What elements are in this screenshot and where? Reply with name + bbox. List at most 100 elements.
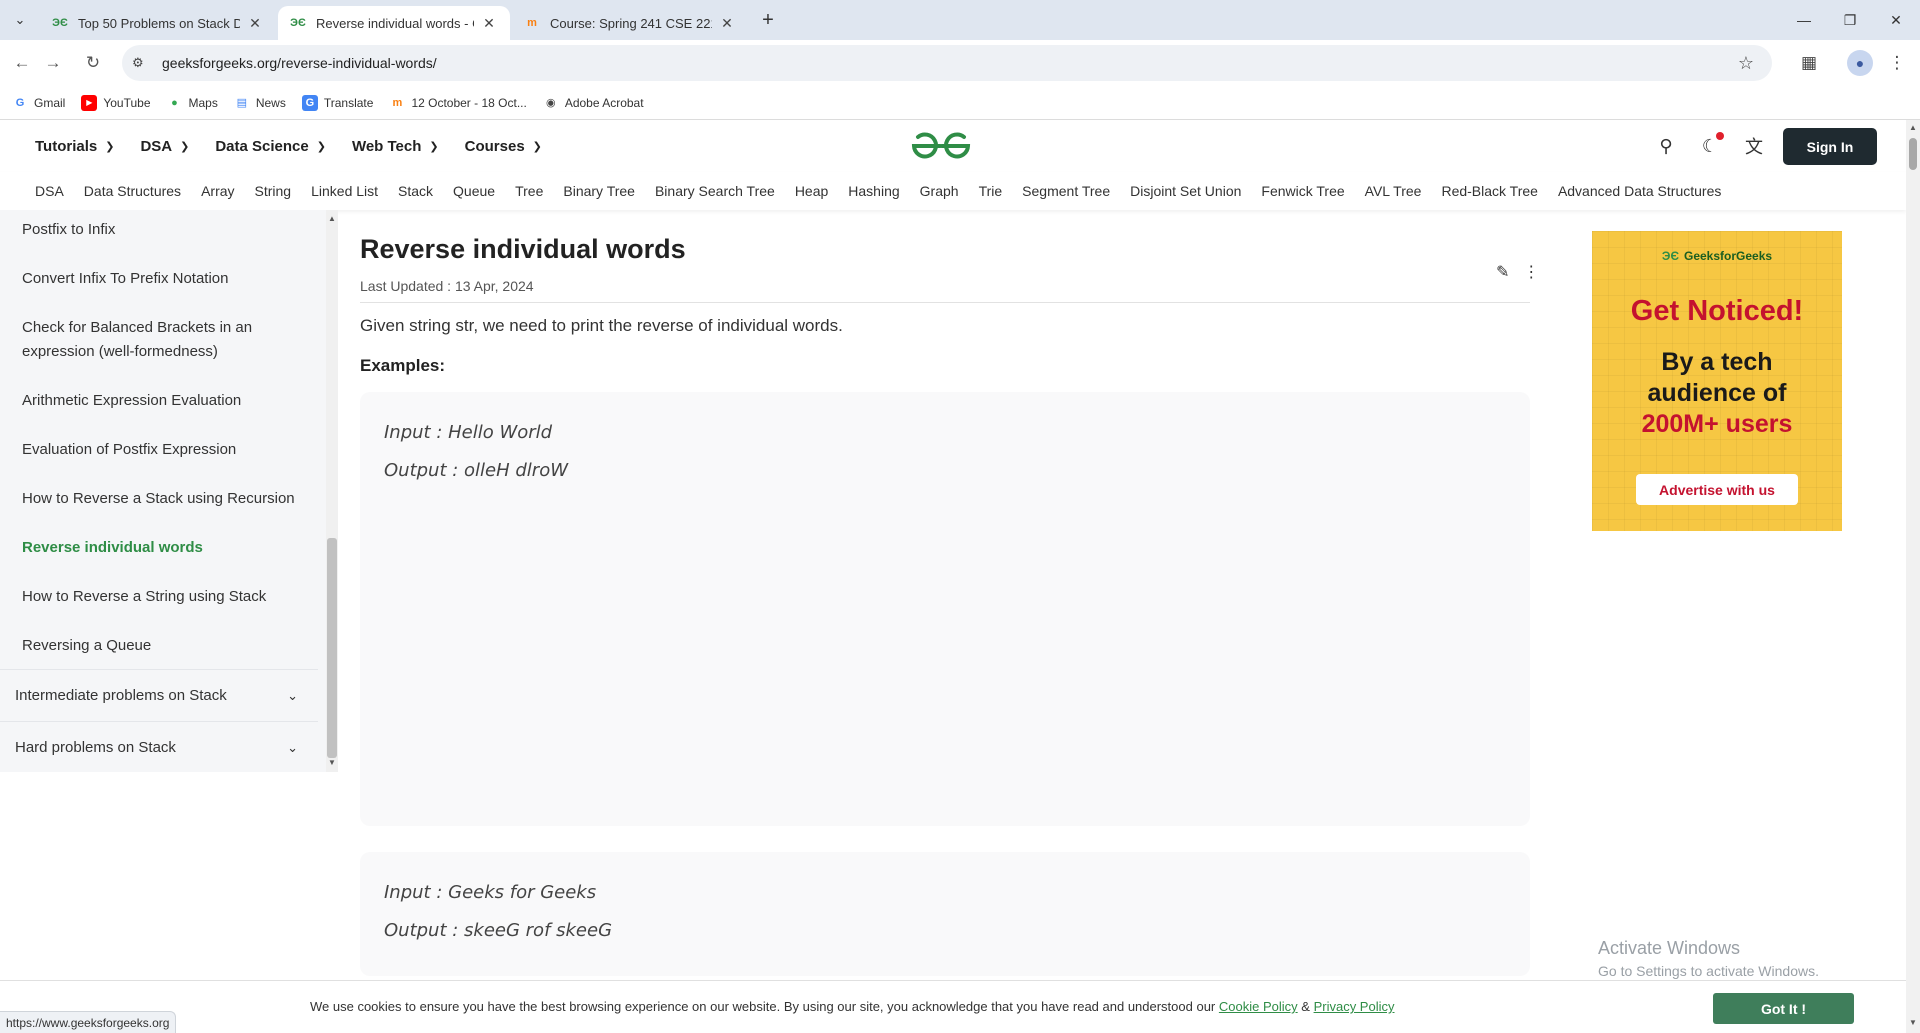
language-button[interactable]: 文 (1742, 134, 1766, 158)
close-icon[interactable]: ✕ (480, 14, 498, 32)
acrobat-icon: ◉ (546, 97, 556, 109)
ad-headline: Get Noticed! (1630, 295, 1804, 327)
topic-binary-search-tree[interactable]: Binary Search Tree (655, 183, 775, 199)
accept-cookies-button[interactable]: Got It ! (1713, 993, 1854, 1024)
bookmark-star-icon[interactable]: ☆ (1738, 53, 1754, 74)
bookmark-maps[interactable]: ● Maps (167, 95, 218, 111)
theme-toggle-button[interactable]: ☾ (1698, 132, 1724, 158)
topic-segment-tree[interactable]: Segment Tree (1022, 183, 1110, 199)
reload-button[interactable]: ↻ (80, 50, 106, 76)
topic-graph[interactable]: Graph (920, 183, 959, 199)
close-icon[interactable]: ✕ (718, 14, 736, 32)
arrow-right-icon: → (44, 53, 62, 72)
sidebar-group-intermediate[interactable]: Intermediate problems on Stack ⌄ (0, 669, 318, 721)
minimize-button[interactable]: — (1781, 0, 1827, 40)
sidebar-item-reverse-individual-words[interactable]: Reverse individual words (22, 536, 312, 560)
sidebar-item-balanced-brackets[interactable]: Check for Balanced Brackets in an expres… (22, 316, 312, 364)
tab-reverse-individual-words[interactable]: ЭЄ Reverse individual words - Gee ✕ (278, 6, 510, 40)
back-button[interactable]: ← (9, 50, 35, 76)
close-window-button[interactable]: ✕ (1873, 0, 1919, 40)
new-tab-button[interactable]: + (756, 8, 780, 32)
search-button[interactable]: ⚲ (1654, 134, 1678, 158)
topic-disjoint-set-union[interactable]: Disjoint Set Union (1130, 183, 1241, 199)
nav-data-science[interactable]: Data Science ❯ (215, 138, 326, 155)
examples-heading: Examples: (360, 356, 446, 375)
site-settings-icon[interactable]: ⚙ (132, 55, 162, 71)
page-scrollbar[interactable]: ▲ ▼ (1906, 120, 1920, 1033)
topic-fenwick-tree[interactable]: Fenwick Tree (1261, 183, 1344, 199)
sidebar-item-postfix-to-infix[interactable]: Postfix to Infix (22, 218, 312, 242)
moodle-icon: m (392, 96, 403, 109)
tab-course-spring[interactable]: m Course: Spring 241 CSE 2216 (L ✕ (512, 6, 748, 40)
topic-array[interactable]: Array (201, 183, 234, 199)
topic-heap[interactable]: Heap (795, 183, 828, 199)
advertisement[interactable]: ЭЄ GeeksforGeeks Get Noticed! By a tech a… (1592, 231, 1842, 531)
edit-pencil-icon[interactable]: ✎ (1496, 262, 1509, 282)
browser-toolbar: ← → ↻ ⚙ geeksforgeeks.org/reverse-indivi… (0, 40, 1920, 86)
bookmark-translate[interactable]: G Translate (301, 94, 374, 111)
url-text[interactable]: geeksforgeeks.org/reverse-individual-wor… (162, 55, 437, 71)
topic-string[interactable]: String (255, 183, 292, 199)
browser-menu-button[interactable]: ⋮ (1884, 50, 1910, 76)
topic-linked-list[interactable]: Linked List (311, 183, 378, 199)
article-tools: ✎ ⋮ (1482, 262, 1539, 282)
sidebar-item-reverse-string-stack[interactable]: How to Reverse a String using Stack (22, 585, 312, 609)
topic-hashing[interactable]: Hashing (848, 183, 899, 199)
sidebar-item-reversing-queue[interactable]: Reversing a Queue (22, 634, 312, 658)
nav-courses[interactable]: Courses ❯ (465, 138, 542, 155)
topic-tree[interactable]: Tree (515, 183, 543, 199)
sidebar-item-infix-to-prefix[interactable]: Convert Infix To Prefix Notation (22, 267, 312, 291)
more-vertical-icon[interactable]: ⋮ (1523, 262, 1539, 282)
ad-line-highlight: 200M+ users (1641, 410, 1793, 438)
bookmark-moodle[interactable]: m 12 October - 18 Oct... (389, 95, 527, 111)
tab-top-50-problems[interactable]: ЭЄ Top 50 Problems on Stack Data ✕ (40, 6, 276, 40)
scroll-up-icon[interactable]: ▲ (328, 214, 336, 223)
example-output: Output : olleH dlroW (384, 460, 569, 481)
restore-button[interactable]: ❐ (1827, 0, 1873, 40)
divider (360, 302, 1530, 303)
topic-trie[interactable]: Trie (979, 183, 1003, 199)
sidebar-scrollbar[interactable]: ▲ ▼ (326, 210, 338, 772)
nav-dsa[interactable]: DSA ❯ (140, 138, 189, 155)
privacy-policy-link[interactable]: Privacy Policy (1314, 999, 1395, 1014)
sidebar-scroll-thumb[interactable] (327, 538, 337, 758)
topic-dsa[interactable]: DSA (35, 183, 64, 199)
bookmark-youtube[interactable]: ▶ YouTube (81, 94, 151, 111)
topic-nav: DSA Data Structures Array String Linked … (0, 172, 1906, 210)
topic-stack[interactable]: Stack (398, 183, 433, 199)
sign-in-button[interactable]: Sign In (1783, 128, 1877, 165)
bookmark-news[interactable]: ▤ News (234, 95, 286, 111)
bookmark-adobe-acrobat[interactable]: ◉ Adobe Acrobat (543, 95, 644, 111)
topic-red-black-tree[interactable]: Red-Black Tree (1441, 183, 1537, 199)
topic-data-structures[interactable]: Data Structures (84, 183, 181, 199)
cookie-policy-link[interactable]: Cookie Policy (1219, 999, 1298, 1014)
bookmark-gmail[interactable]: G Gmail (12, 95, 66, 111)
sidebar-item-reverse-stack-recursion[interactable]: How to Reverse a Stack using Recursion (22, 487, 312, 511)
profile-button[interactable]: ● (1847, 50, 1873, 76)
nav-label: Data Science (215, 137, 309, 155)
forward-button[interactable]: → (40, 50, 66, 76)
address-bar[interactable]: ⚙ geeksforgeeks.org/reverse-individual-w… (122, 45, 1772, 81)
news-icon: ▤ (236, 97, 248, 109)
scroll-down-icon[interactable]: ▼ (328, 758, 336, 767)
close-icon[interactable]: ✕ (246, 14, 264, 32)
topic-advanced-data-structures[interactable]: Advanced Data Structures (1558, 183, 1721, 199)
topic-avl-tree[interactable]: AVL Tree (1365, 183, 1422, 199)
chevron-down-icon: ❯ (180, 140, 190, 153)
advertise-button[interactable]: Advertise with us (1636, 474, 1798, 505)
sidebar-item-postfix-evaluation[interactable]: Evaluation of Postfix Expression (22, 438, 312, 462)
gfg-logo[interactable] (910, 130, 972, 162)
scroll-up-icon[interactable]: ▲ (1909, 123, 1917, 132)
topic-binary-tree[interactable]: Binary Tree (563, 183, 635, 199)
sidebar-group-hard[interactable]: Hard problems on Stack ⌄ (0, 721, 318, 773)
nav-tutorials[interactable]: Tutorials ❯ (35, 138, 114, 155)
page-scroll-thumb[interactable] (1909, 138, 1917, 170)
topic-queue[interactable]: Queue (453, 183, 495, 199)
nav-web-tech[interactable]: Web Tech ❯ (352, 138, 439, 155)
tab-search-button[interactable]: ⌄ (8, 8, 32, 32)
sidebar-item-arithmetic-evaluation[interactable]: Arithmetic Expression Evaluation (22, 389, 312, 413)
bookmark-label: Translate (323, 95, 374, 110)
nav-label: DSA (140, 137, 173, 155)
extensions-button[interactable]: ▦ (1796, 50, 1822, 76)
scroll-down-icon[interactable]: ▼ (1909, 1018, 1917, 1027)
